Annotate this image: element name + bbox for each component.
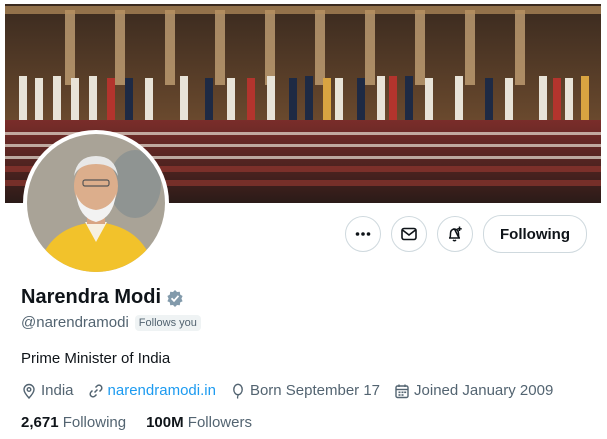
location-text: India <box>41 382 74 399</box>
location-pin-icon <box>23 383 35 399</box>
location-item: India <box>21 382 74 399</box>
profile-bio: Prime Minister of India <box>21 350 171 367</box>
joined-text: Joined January 2009 <box>414 382 554 399</box>
more-icon <box>355 232 371 236</box>
joined-item: Joined January 2009 <box>394 382 553 399</box>
following-button[interactable]: Following <box>483 215 587 253</box>
birthday-item: Born September 17 <box>230 382 380 399</box>
follows-you-badge: Follows you <box>134 314 201 331</box>
profile-page: Following Narendra Modi @narendramodi Fo… <box>5 0 601 439</box>
verified-badge-icon[interactable] <box>166 289 184 307</box>
profile-name-row: Narendra Modi <box>21 286 184 309</box>
followers-stat[interactable]: 100M Followers <box>146 414 252 431</box>
profile-handle-row: @narendramodi Follows you <box>21 314 201 331</box>
message-icon <box>401 227 417 241</box>
more-button[interactable] <box>345 216 382 252</box>
profile-handle: @narendramodi <box>21 314 129 331</box>
balloon-icon <box>233 383 243 399</box>
website-item: narendramodi.in <box>88 382 216 399</box>
following-count: 2,671 <box>21 414 59 431</box>
calendar-icon <box>395 384 409 398</box>
profile-actions: Following <box>345 215 587 253</box>
bell-plus-icon <box>449 226 462 242</box>
link-icon <box>88 383 103 398</box>
birthday-text: Born September 17 <box>249 382 381 399</box>
avatar[interactable] <box>23 130 169 276</box>
following-stat[interactable]: 2,671 Following <box>21 414 126 431</box>
followers-count: 100M <box>146 414 184 431</box>
message-button[interactable] <box>391 216 428 252</box>
notifications-button[interactable] <box>437 216 474 252</box>
profile-name: Narendra Modi <box>21 286 162 308</box>
following-stat-label: Following <box>62 414 127 431</box>
website-link[interactable]: narendramodi.in <box>108 382 216 399</box>
profile-stats: 2,671 Following 100M Followers <box>21 414 252 431</box>
profile-meta: India narendramodi.in Born September 17 <box>21 382 567 399</box>
followers-stat-label: Followers <box>187 414 252 431</box>
